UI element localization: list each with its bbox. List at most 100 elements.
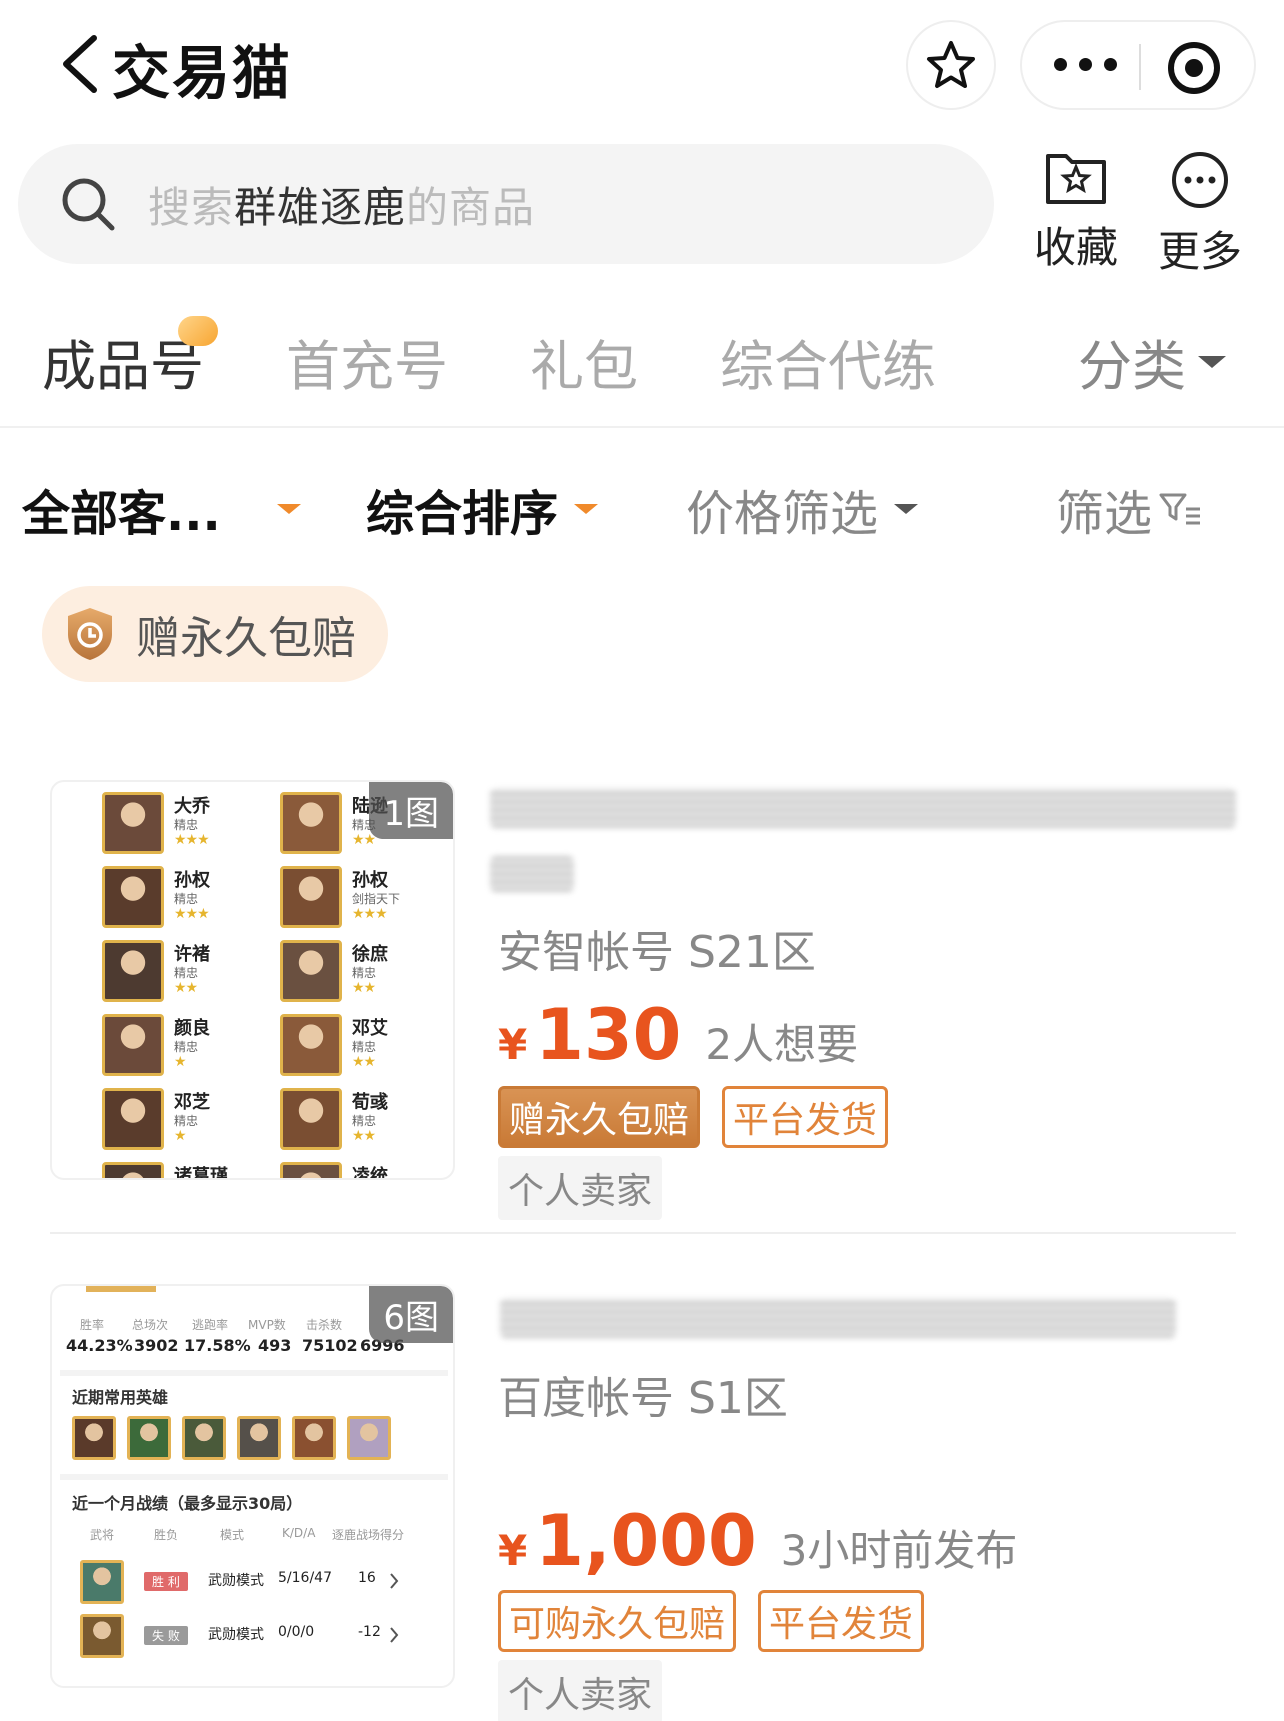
hero-card: 许褚 精忠 ★★ <box>102 940 282 1006</box>
hero-card: 徐庶 精忠 ★★ <box>280 940 453 1006</box>
hero-avatar <box>102 940 164 1002</box>
shield-clock-icon <box>68 608 112 660</box>
search-placeholder: 搜索群雄逐鹿的商品 <box>148 174 535 235</box>
hero-avatar <box>72 1416 116 1460</box>
tabs-fade-overlay <box>940 300 1040 426</box>
chevron-right-icon[interactable] <box>388 1572 400 1590</box>
back-arrow-icon[interactable] <box>58 34 102 94</box>
hero-avatar <box>347 1416 391 1460</box>
image-count-badge: 6图 <box>369 1286 453 1343</box>
close-target-icon[interactable] <box>1168 42 1220 94</box>
hero-rank: 精忠 <box>174 818 199 832</box>
search-input[interactable]: 搜索群雄逐鹿的商品 <box>18 144 994 264</box>
sort-filter-label: 综合排序 <box>366 486 559 542</box>
stat-header: MVP数 <box>248 1318 286 1332</box>
price-value: 130 <box>535 994 682 1076</box>
caret-down-icon <box>894 504 919 514</box>
blurred-title <box>490 788 1236 828</box>
hero-name: 许褚 <box>174 944 210 965</box>
price-row: ¥1,000 3小时前发布 <box>490 1500 1017 1582</box>
server-name: 安智帐号 S21区 <box>498 927 816 978</box>
hero-rank: 精忠 <box>174 1114 199 1128</box>
category-dropdown[interactable]: 分类 <box>1078 322 1226 401</box>
hero-card: 诸葛瑾 <box>102 1162 282 1180</box>
listing-card[interactable]: 大乔精忠★★★陆逊精忠★★孙权精忠★★★孙权剑指天下★★★许褚精忠★★徐庶精忠★… <box>50 780 1236 1220</box>
listing-thumbnail[interactable]: 大乔精忠★★★陆逊精忠★★孙权精忠★★★孙权剑指天下★★★许褚精忠★★徐庶精忠★… <box>50 780 455 1180</box>
stat-header: 击杀数 <box>306 1318 343 1332</box>
hero-name: 邓芝 <box>174 1092 210 1113</box>
sort-filter[interactable]: 综合排序 <box>366 474 599 544</box>
stat-header: 胜率 <box>80 1318 105 1332</box>
stat-value: 44.23% <box>66 1336 133 1355</box>
hero-avatar <box>280 940 342 1002</box>
more-circle-icon <box>1172 152 1228 208</box>
hero-avatar <box>292 1416 336 1460</box>
client-filter[interactable]: 全部客... <box>22 474 301 544</box>
hot-badge <box>178 316 218 346</box>
collection-label: 收藏 <box>1033 223 1118 272</box>
hero-name: 徐庶 <box>352 944 388 965</box>
tab-power-leveling[interactable]: 综合代练 <box>720 322 936 401</box>
listing-thumbnail[interactable]: 胜率 总场次 逃跑率 MVP数 击杀数 44.23% 3902 17.58% 493 75102 6… <box>50 1284 455 1688</box>
publish-time: 3小时前发布 <box>780 1526 1018 1575</box>
advanced-filter-label: 筛选 <box>1056 486 1153 542</box>
hero-stars: ★★ <box>352 1054 376 1070</box>
record-header: K/D/A <box>282 1526 316 1540</box>
chevron-right-icon[interactable] <box>388 1626 400 1644</box>
favorite-button[interactable] <box>906 20 996 110</box>
hero-rank: 精忠 <box>174 892 199 906</box>
hero-stars: ★ <box>174 1054 187 1070</box>
hero-avatar <box>80 1614 124 1658</box>
hero-stars: ★ <box>174 1128 187 1144</box>
more-button[interactable]: 更多 <box>1150 150 1250 279</box>
hero-rank: 剑指天下 <box>352 892 401 906</box>
collection-button[interactable]: 收藏 <box>1026 150 1126 275</box>
stat-value: 493 <box>258 1336 292 1355</box>
blurred-title-line2 <box>490 856 574 892</box>
client-filter-label: 全部客... <box>22 486 221 542</box>
record-result: 胜 利 <box>144 1572 188 1591</box>
tab-first-charge[interactable]: 首充号 <box>286 322 448 401</box>
hero-avatar <box>280 1014 342 1076</box>
hero-stars: ★★ <box>352 980 376 996</box>
top-bar: 交易猫 <box>0 0 1284 130</box>
page-title: 交易猫 <box>112 39 293 107</box>
server-name: 百度帐号 S1区 <box>498 1373 788 1424</box>
hero-name: 荀彧 <box>352 1092 388 1113</box>
search-placeholder-suffix: 的商品 <box>406 183 536 232</box>
hero-name: 诸葛瑾 <box>174 1166 228 1180</box>
hero-name: 凌统 <box>352 1166 388 1180</box>
stat-header: 逃跑率 <box>192 1318 229 1332</box>
hero-avatar <box>102 792 164 854</box>
hero-avatar <box>280 866 342 928</box>
star-icon <box>927 41 975 88</box>
advanced-filter[interactable]: 筛选 <box>1056 474 1202 544</box>
record-header: 模式 <box>220 1528 245 1542</box>
hero-stars: ★★★ <box>174 906 210 922</box>
record-score: 16 <box>358 1570 376 1586</box>
seller-badge: 个人卖家 <box>498 1660 663 1721</box>
thumb-top-decoration <box>86 1286 156 1292</box>
hero-card: 颜良 精忠 ★ <box>102 1014 282 1080</box>
tag-free-insurance: 赠永久包赔 <box>498 1086 701 1148</box>
more-dots-icon[interactable] <box>1054 58 1117 71</box>
tag-platform-delivery: 平台发货 <box>722 1086 889 1148</box>
price-value: 1,000 <box>535 1500 757 1582</box>
want-count: 2人想要 <box>705 1020 859 1069</box>
listing-card[interactable]: 胜率 总场次 逃跑率 MVP数 击杀数 44.23% 3902 17.58% 493 75102 6… <box>50 1284 1236 1721</box>
blurred-title <box>500 1298 1176 1338</box>
records-panel: 近一个月战绩（最多显示30局） 武将 胜负 模式 K/D/A 逐鹿战场得分胜 利武勋模式 5… <box>60 1474 448 1686</box>
hero-card: 邓芝 精忠 ★ <box>102 1088 282 1154</box>
category-dropdown-label: 分类 <box>1078 335 1186 398</box>
caret-down-icon <box>1198 355 1226 368</box>
hero-rank: 精忠 <box>174 966 199 980</box>
recent-heroes-panel: 近期常用英雄 <box>60 1370 448 1474</box>
price-filter[interactable]: 价格筛选 <box>686 474 919 544</box>
tab-gift-pack[interactable]: 礼包 <box>530 322 638 401</box>
hero-card: 大乔 精忠 ★★★ <box>102 792 282 858</box>
promo-chip[interactable]: 赠永久包赔 <box>42 586 388 682</box>
hero-stars: ★★★ <box>174 832 210 848</box>
price-row: ¥130 2人想要 <box>490 994 888 1076</box>
listing-info: 百度帐号 S1区 ¥1,000 3小时前发布 可购永久包赔 平台发货 个人卖家 <box>490 1362 1017 1721</box>
hero-avatar <box>102 1014 164 1076</box>
